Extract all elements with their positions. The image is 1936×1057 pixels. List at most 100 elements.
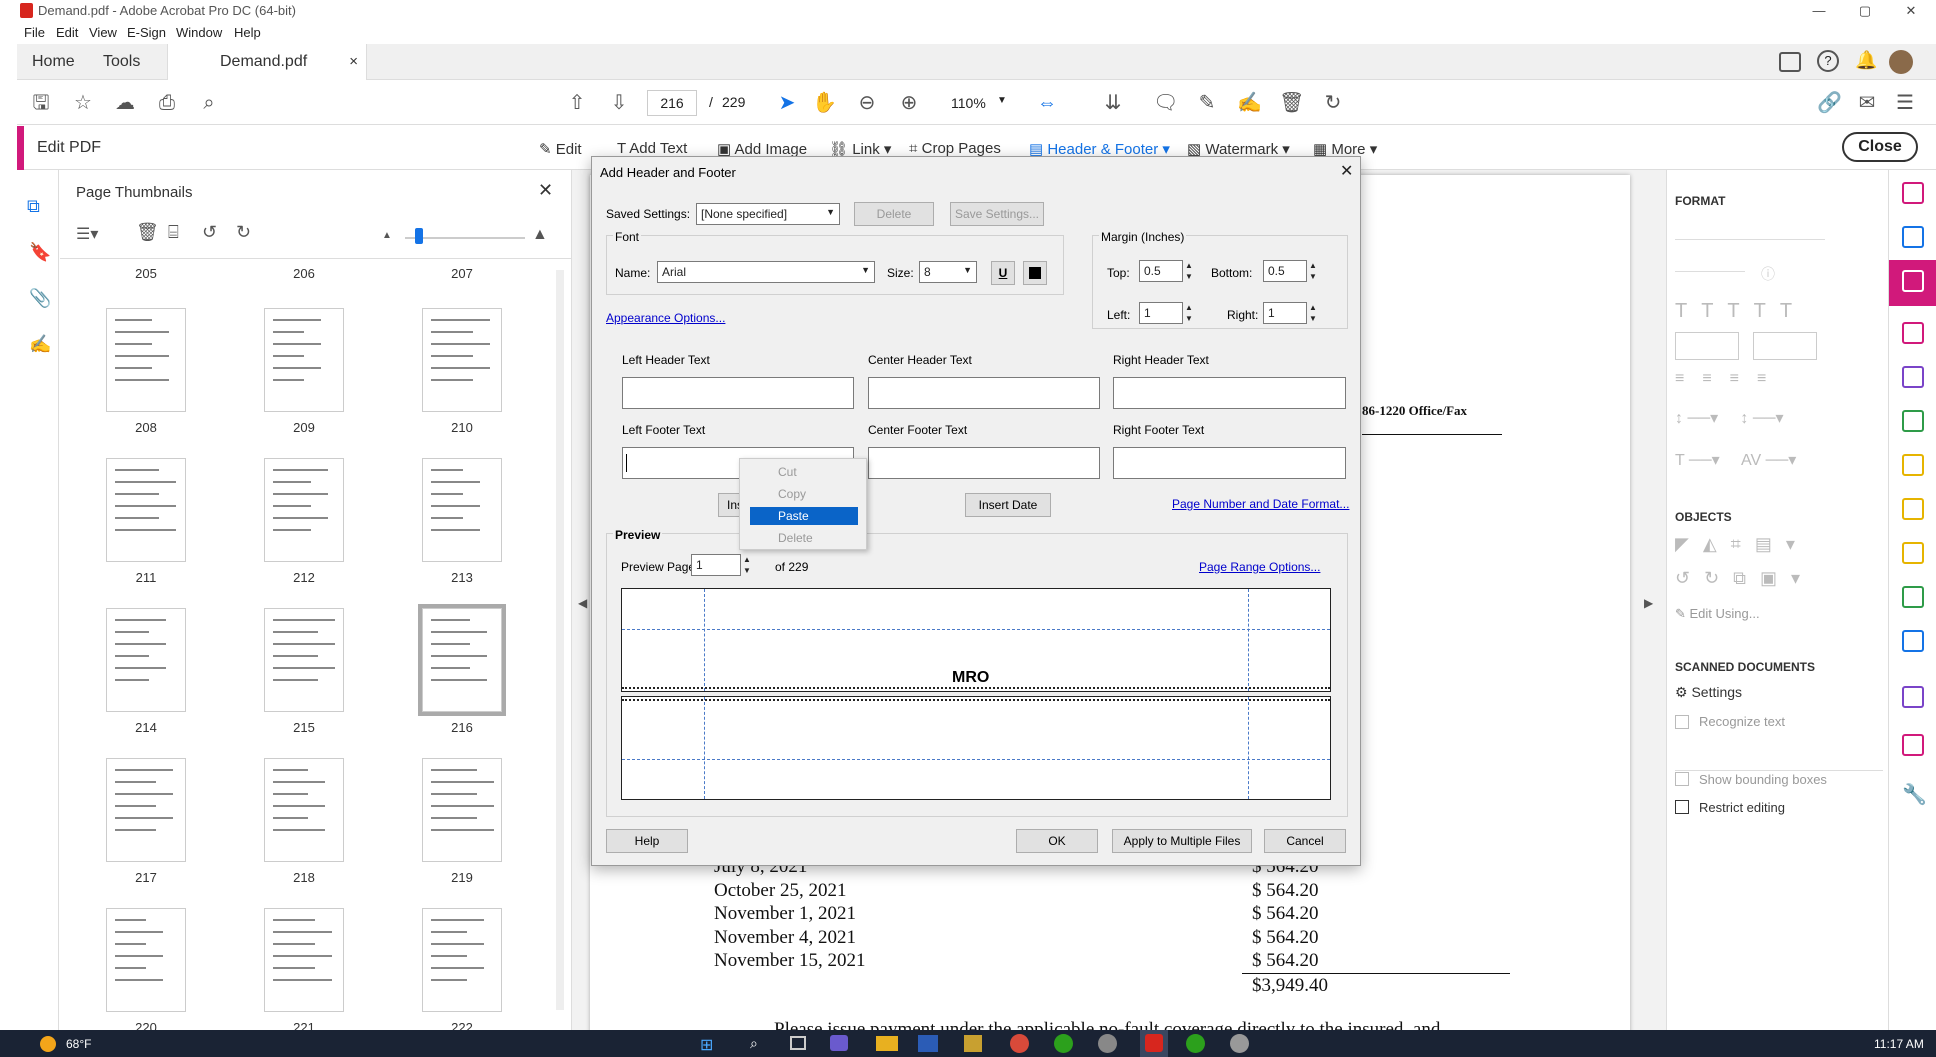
menu-item-paste[interactable]: Paste bbox=[750, 507, 858, 525]
center-footer-input[interactable] bbox=[868, 447, 1100, 479]
print-icon[interactable]: ⎙ bbox=[155, 91, 179, 115]
combine-files-icon[interactable] bbox=[1902, 226, 1924, 248]
thumbnail-page[interactable] bbox=[422, 458, 502, 562]
bookmark-star-icon[interactable]: ☆ bbox=[71, 91, 95, 115]
scroll-mode-icon[interactable]: ⇊ bbox=[1101, 91, 1125, 115]
thumbnail-page[interactable] bbox=[264, 308, 344, 412]
menu-esign[interactable]: E-Sign bbox=[127, 25, 166, 40]
menu-help[interactable]: Help bbox=[234, 25, 261, 40]
task-view-icon[interactable] bbox=[790, 1036, 806, 1050]
notification-bell-icon[interactable]: 🔔 bbox=[1855, 50, 1877, 71]
delete-icon[interactable]: 🗑 bbox=[1279, 91, 1304, 115]
chrome-icon[interactable] bbox=[1010, 1034, 1029, 1053]
close-edit-button[interactable]: Close bbox=[1842, 132, 1918, 162]
app-icon[interactable] bbox=[964, 1035, 982, 1052]
page-down-icon[interactable]: ⇩ bbox=[607, 91, 631, 115]
menu-item-delete[interactable]: Delete bbox=[750, 529, 858, 547]
insert-date-button[interactable]: Insert Date bbox=[965, 493, 1051, 517]
recognize-checkbox[interactable] bbox=[1675, 715, 1689, 729]
thumbnail-size-slider[interactable] bbox=[405, 237, 525, 239]
thumbnail-page[interactable] bbox=[422, 908, 502, 1012]
thumbnail-page[interactable] bbox=[422, 758, 502, 862]
app2-icon[interactable] bbox=[1098, 1034, 1117, 1053]
page-fit-icon[interactable]: ⇔ bbox=[1035, 91, 1059, 115]
teams-icon[interactable] bbox=[830, 1035, 848, 1051]
start-icon[interactable]: ⊞ bbox=[700, 1035, 713, 1055]
page-number-input[interactable]: 216 bbox=[647, 90, 697, 116]
tab-close-icon[interactable]: × bbox=[349, 44, 358, 80]
right-footer-input[interactable] bbox=[1113, 447, 1346, 479]
font-name-select[interactable]: Arial ▼ bbox=[657, 261, 875, 283]
select-cursor-icon[interactable]: ➤ bbox=[775, 91, 799, 115]
email-icon[interactable]: ✉ bbox=[1855, 91, 1879, 115]
comment-icon[interactable]: 🗨 bbox=[1153, 91, 1178, 115]
tab-document[interactable]: Demand.pdf × bbox=[167, 44, 367, 80]
menu-window[interactable]: Window bbox=[176, 25, 222, 40]
link-icon[interactable]: 🔗 bbox=[1817, 91, 1842, 115]
create-pdf-icon[interactable] bbox=[1902, 182, 1924, 204]
thumbnail-page[interactable] bbox=[106, 458, 186, 562]
expand-right-icon[interactable]: ▶ bbox=[1644, 596, 1653, 610]
zoom-in-icon[interactable]: ⊕ bbox=[897, 91, 921, 115]
zoom-dropdown-icon[interactable]: ▼ bbox=[997, 95, 1007, 106]
slider-handle[interactable] bbox=[415, 228, 423, 244]
forms-icon[interactable] bbox=[1902, 686, 1924, 708]
avatar[interactable] bbox=[1889, 50, 1913, 74]
right-margin-input[interactable]: 1 bbox=[1263, 302, 1307, 324]
thumbnail-page[interactable] bbox=[106, 908, 186, 1012]
zoom-level[interactable]: 110% bbox=[951, 95, 986, 111]
acrobat-taskbar-active[interactable] bbox=[1140, 1030, 1168, 1057]
export-pdf-icon[interactable] bbox=[1902, 322, 1924, 344]
left-margin-input[interactable]: 1 bbox=[1139, 302, 1183, 324]
options-menu-icon[interactable]: ☰▾ bbox=[76, 224, 98, 244]
taskbar-search-icon[interactable]: ⌕ bbox=[750, 1035, 758, 1052]
thumbnail-page[interactable] bbox=[264, 908, 344, 1012]
thumbnail-page[interactable] bbox=[264, 608, 344, 712]
maximize-button[interactable]: ▢ bbox=[1842, 0, 1888, 22]
preview-page-input[interactable]: 1 bbox=[691, 554, 741, 576]
settings-item[interactable]: ⚙ Settings bbox=[1675, 684, 1742, 701]
bottom-margin-input[interactable]: 0.5 bbox=[1263, 260, 1307, 282]
tab-tools[interactable]: Tools bbox=[103, 44, 163, 80]
font-size-select[interactable]: 8 ▼ bbox=[919, 261, 977, 283]
compare-icon[interactable] bbox=[1902, 586, 1924, 608]
signature-icon[interactable]: ✍ bbox=[29, 334, 51, 355]
extract-page-icon[interactable]: ⌸ bbox=[168, 222, 179, 243]
bottom-spinner-icon[interactable]: ▲ ▼ bbox=[1309, 260, 1317, 282]
upload-icon[interactable]: ☁ bbox=[113, 91, 137, 115]
rotate-right-icon[interactable]: ↻ bbox=[236, 222, 251, 243]
size-select[interactable] bbox=[1675, 250, 1745, 272]
customize-tools-icon[interactable]: 🔧 bbox=[1902, 782, 1927, 807]
close-panel-icon[interactable]: ✕ bbox=[538, 180, 553, 201]
help-icon[interactable]: ? bbox=[1817, 50, 1839, 72]
more-tools-icon[interactable]: ☰ bbox=[1893, 91, 1917, 115]
highlight-pen-icon[interactable]: ✎ bbox=[1195, 91, 1219, 115]
quickbooks2-icon[interactable] bbox=[1186, 1034, 1205, 1053]
thumbnail-page[interactable] bbox=[264, 758, 344, 862]
small-thumb-icon[interactable]: ▲ bbox=[382, 230, 392, 241]
search-icon[interactable]: ⌕ bbox=[197, 91, 221, 115]
right-spinner-icon[interactable]: ▲ ▼ bbox=[1309, 302, 1317, 324]
dialog-close-icon[interactable]: ✕ bbox=[1340, 161, 1353, 181]
page-range-options-link[interactable]: Page Range Options... bbox=[1199, 560, 1320, 574]
share-screen-icon[interactable] bbox=[1779, 52, 1801, 72]
request-signature-icon[interactable] bbox=[1902, 734, 1924, 756]
fill-sign-icon[interactable] bbox=[1902, 366, 1924, 388]
page-thumbnails-icon[interactable]: ⧉ bbox=[27, 196, 40, 217]
hand-tool-icon[interactable]: ✋ bbox=[812, 91, 837, 115]
menu-edit[interactable]: Edit bbox=[56, 25, 78, 40]
save-settings-button[interactable]: Save Settings... bbox=[950, 202, 1044, 226]
cancel-button[interactable]: Cancel bbox=[1264, 829, 1346, 853]
font-select[interactable] bbox=[1675, 218, 1825, 240]
underline-button[interactable]: U bbox=[991, 261, 1015, 285]
app3-icon[interactable] bbox=[1230, 1034, 1249, 1053]
quickbooks-icon[interactable] bbox=[1054, 1034, 1073, 1053]
thumbnail-page[interactable] bbox=[264, 458, 344, 562]
close-window-button[interactable]: ✕ bbox=[1888, 0, 1934, 22]
left-header-input[interactable] bbox=[622, 377, 854, 409]
scan-ocr-icon[interactable] bbox=[1902, 454, 1924, 476]
thumbnail-page[interactable] bbox=[422, 308, 502, 412]
comment-tool-icon[interactable] bbox=[1902, 498, 1924, 520]
minimize-button[interactable]: — bbox=[1796, 0, 1842, 22]
menu-file[interactable]: File bbox=[24, 25, 45, 40]
